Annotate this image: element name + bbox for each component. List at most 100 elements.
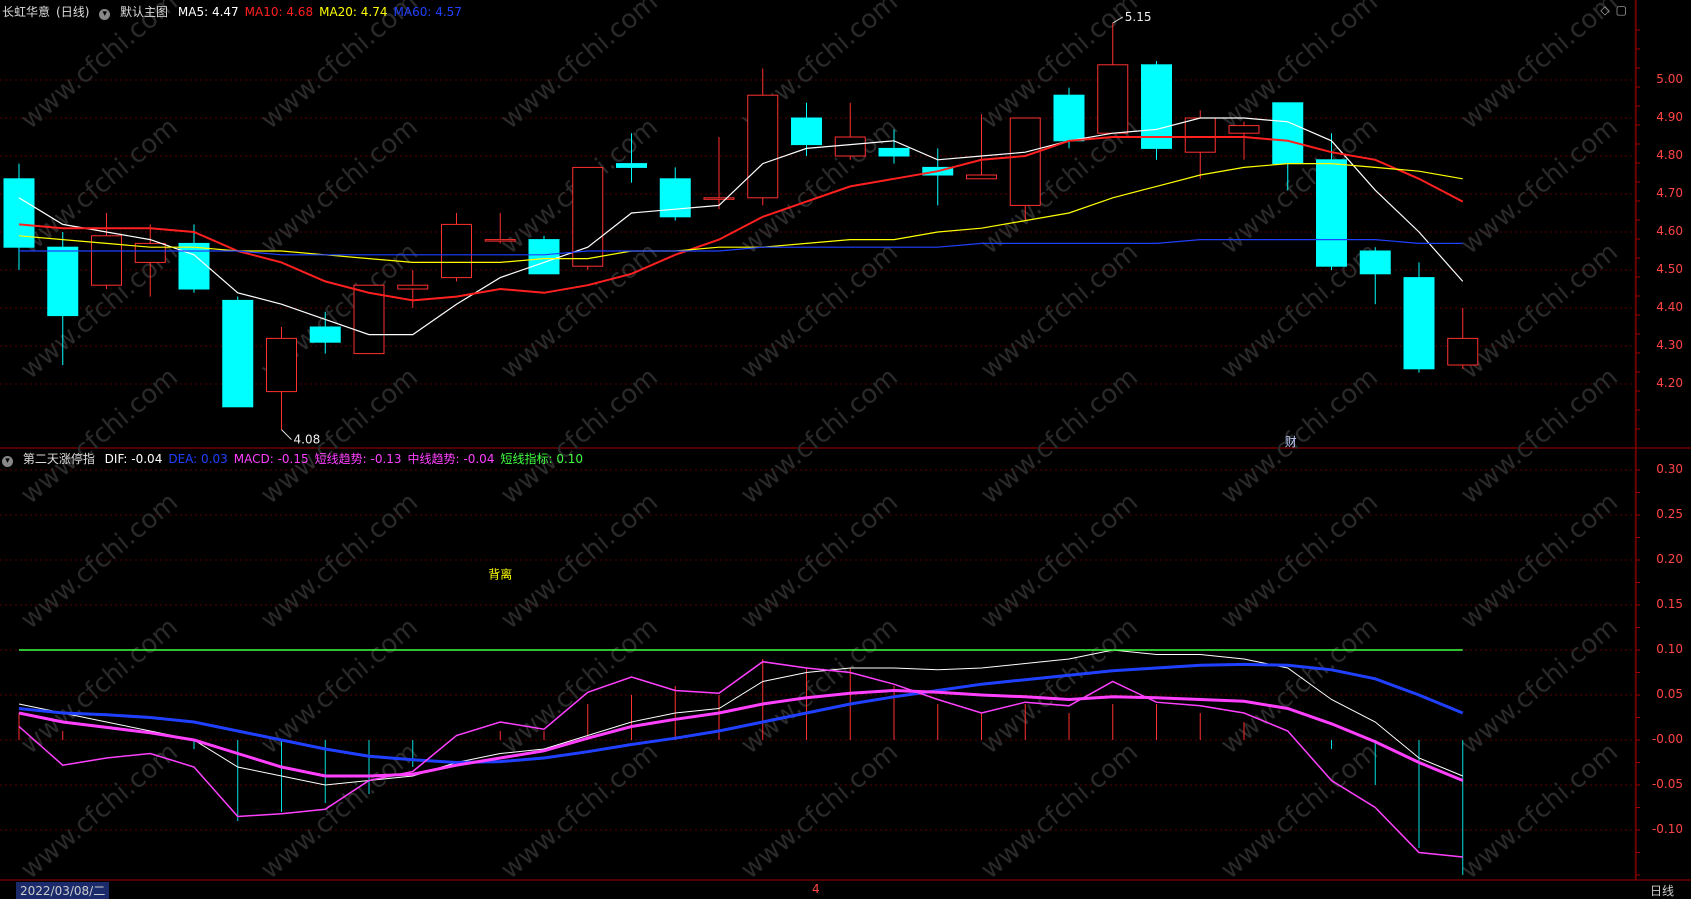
sub-tick-label: 0.10 xyxy=(1656,642,1683,656)
ma-label-1: MA10: 4.68 xyxy=(244,5,314,19)
main-tick-label: 4.30 xyxy=(1656,338,1683,352)
watermark: www.cfchi.com xyxy=(975,737,1144,885)
sub-tick-label: -0.10 xyxy=(1651,822,1683,836)
candle-body xyxy=(834,136,866,157)
indicator-label-1: DEA: 0.03 xyxy=(168,452,228,466)
watermark: www.cfchi.com xyxy=(15,487,184,635)
extreme-label: 4.08 xyxy=(294,433,321,447)
watermark: www.cfchi.com xyxy=(1455,112,1624,260)
candle-body xyxy=(703,197,735,200)
watermark: www.cfchi.com xyxy=(975,237,1144,385)
watermark: www.cfchi.com xyxy=(1215,237,1384,385)
candle-body xyxy=(47,246,79,317)
main-tick-label: 4.50 xyxy=(1656,262,1683,276)
indicator-label-2: MACD: -0.15 xyxy=(233,452,309,466)
candle-body xyxy=(1097,64,1129,134)
candle-body xyxy=(747,94,779,199)
candle-body xyxy=(484,239,516,242)
sub-header: ▾ 第二天涨停指 DIF: -0.04 DEA: 0.03 MACD: -0.15 短… xyxy=(2,450,595,467)
chevron-down-icon[interactable]: ▾ xyxy=(99,9,111,20)
candle-body xyxy=(1228,125,1260,134)
watermark: www.cfchi.com xyxy=(15,612,184,760)
sub-tick-label: -0.00 xyxy=(1651,732,1683,746)
candle-body xyxy=(397,284,429,290)
watermark: www.cfchi.com xyxy=(255,0,424,135)
ma-labels: MA5: 4.47 MA10: 4.68 MA20: 4.74 MA60: 4.57 xyxy=(178,5,468,19)
candle-body xyxy=(528,239,560,275)
window-icon[interactable]: ▢ xyxy=(1616,3,1627,17)
main-tick-label: 5.00 xyxy=(1656,72,1683,86)
axis-marker: 4 xyxy=(812,882,820,896)
main-tick-label: 4.70 xyxy=(1656,186,1683,200)
finance-marker: 财 xyxy=(1285,435,1297,449)
date-label: 2022/03/08/二 xyxy=(16,882,110,899)
watermark: www.cfchi.com xyxy=(735,612,904,760)
watermark: www.cfchi.com xyxy=(975,487,1144,635)
main-tick-label: 4.40 xyxy=(1656,300,1683,314)
main-tick-label: 4.90 xyxy=(1656,110,1683,124)
sub-tick-label: 0.05 xyxy=(1656,687,1683,701)
watermark: www.cfchi.com xyxy=(735,487,904,635)
indicator-name[interactable]: 第二天涨停指 xyxy=(23,452,95,466)
candle-body xyxy=(1403,277,1435,370)
candle-body xyxy=(1447,337,1479,366)
gear-icon[interactable]: ▾ xyxy=(2,456,13,467)
sub-tick-label: 0.25 xyxy=(1656,507,1683,521)
watermark: www.cfchi.com xyxy=(735,737,904,885)
watermark: www.cfchi.com xyxy=(1455,237,1624,385)
watermark: www.cfchi.com xyxy=(1455,0,1624,135)
watermark: www.cfchi.com xyxy=(975,612,1144,760)
candle-body xyxy=(1053,94,1085,142)
extreme-pointer xyxy=(281,429,292,440)
candle-body xyxy=(1184,117,1216,153)
candle-body xyxy=(441,223,472,279)
indicator-label-3: 短线趋势: -0.13 xyxy=(314,452,402,466)
ma-label-2: MA20: 4.74 xyxy=(319,5,388,19)
watermark: www.cfchi.com xyxy=(735,237,904,385)
diamond-icon[interactable]: ◇ xyxy=(1600,3,1609,17)
indicator-values: DIF: -0.04 DEA: 0.03 MACD: -0.15 短线趋势: -0.1… xyxy=(105,452,589,466)
period-tab[interactable]: 日线 xyxy=(1650,882,1674,899)
watermark: www.cfchi.com xyxy=(1455,612,1624,760)
candle-body xyxy=(309,326,341,343)
candle-body xyxy=(1141,64,1172,149)
watermark: www.cfchi.com xyxy=(255,612,424,760)
main-tick-label: 4.20 xyxy=(1656,376,1683,390)
watermark: www.cfchi.com xyxy=(1215,487,1384,635)
indicator-label-4: 中线趋势: -0.04 xyxy=(407,452,495,466)
period-label: (日线) xyxy=(56,5,90,19)
watermark: www.cfchi.com xyxy=(1455,737,1624,885)
watermark: www.cfchi.com xyxy=(1455,487,1624,635)
indicator-label-5: 短线指标: 0.10 xyxy=(500,452,584,466)
main-tick-label: 4.80 xyxy=(1656,148,1683,162)
candle-body xyxy=(616,163,647,168)
watermark: www.cfchi.com xyxy=(495,487,664,635)
sub-tick-label: 0.30 xyxy=(1656,462,1683,476)
sub-tick-label: 0.15 xyxy=(1656,597,1683,611)
main-header: 长虹华意 (日线) ▾ 默认主图 MA5: 4.47 MA10: 4.68 MA20:… xyxy=(2,3,474,20)
stock-name[interactable]: 长虹华意 xyxy=(2,5,50,19)
divergence-label: 背离 xyxy=(488,567,512,582)
candle-body xyxy=(222,299,254,408)
preset-label[interactable]: 默认主图 xyxy=(120,5,168,19)
main-tick-label: 4.60 xyxy=(1656,224,1683,238)
candle-body xyxy=(1359,250,1391,275)
sub-tick-label: 0.20 xyxy=(1656,552,1683,566)
candle-body xyxy=(659,178,691,218)
candle-body xyxy=(1272,102,1304,165)
watermark: www.cfchi.com xyxy=(495,0,664,135)
watermark: www.cfchi.com xyxy=(1215,737,1384,885)
watermark: www.cfchi.com xyxy=(1215,612,1384,760)
candle-body xyxy=(1316,159,1347,267)
ma-label-3: MA60: 4.57 xyxy=(393,5,462,19)
watermark: www.cfchi.com xyxy=(15,0,184,135)
indicator-line xyxy=(18,660,1463,858)
candle-body xyxy=(791,117,822,146)
candle-body xyxy=(178,242,210,290)
watermark: www.cfchi.com xyxy=(255,112,424,260)
indicator-label-0: DIF: -0.04 xyxy=(104,452,163,466)
sub-tick-label: -0.05 xyxy=(1651,777,1683,791)
candle-body xyxy=(1009,117,1041,206)
extreme-label: 5.15 xyxy=(1125,10,1152,24)
candle-body xyxy=(266,337,297,393)
